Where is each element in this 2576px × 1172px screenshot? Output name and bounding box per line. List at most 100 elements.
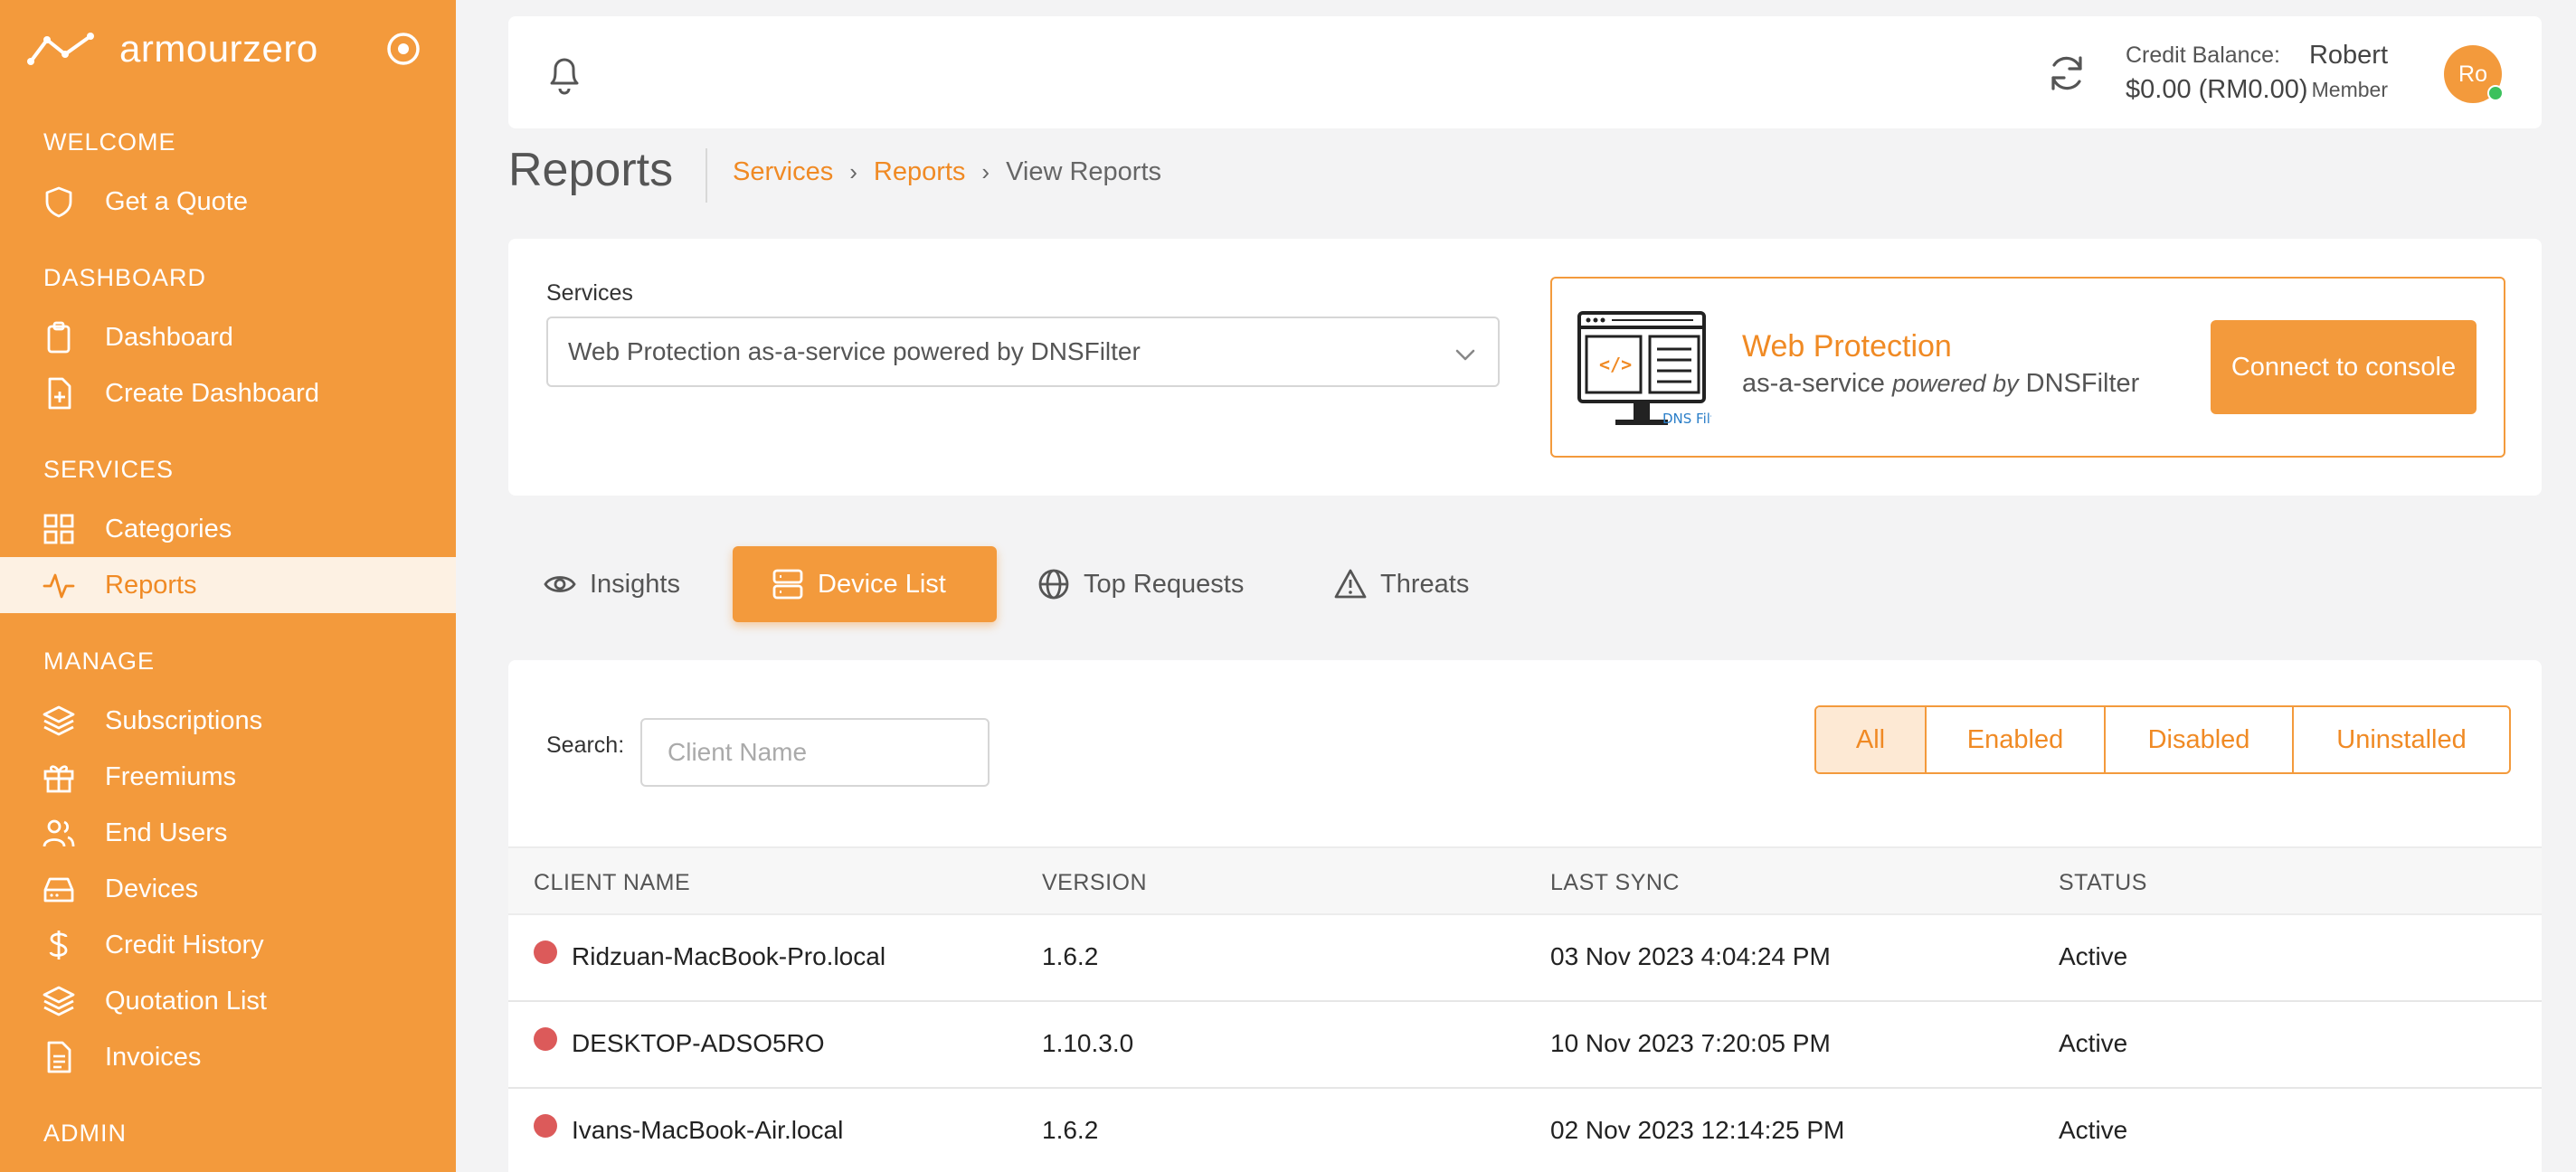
service-promo: </> DNS Filter Web Protection as-a-servi… xyxy=(1550,277,2505,458)
sidebar-item-quotation-list[interactable]: Quotation List xyxy=(0,973,456,1029)
sidebar-item-label: Devices xyxy=(105,874,199,903)
credit-label: Credit Balance: xyxy=(2126,43,2280,68)
sidebar-item-devices[interactable]: Devices xyxy=(0,861,456,917)
chevron-right-icon: › xyxy=(981,158,990,185)
sidebar-item-create-dashboard[interactable]: Create Dashboard xyxy=(0,365,456,421)
sidebar-item-label: Quotation List xyxy=(105,986,267,1016)
table-row[interactable]: Ivans-MacBook-Air.local 1.6.2 02 Nov 202… xyxy=(508,1089,2542,1172)
brand[interactable]: armourzero xyxy=(27,25,434,72)
column-last-sync[interactable]: LAST SYNC xyxy=(1550,870,1680,896)
sidebar-item-label: Get a Quote xyxy=(105,186,248,216)
file-plus-icon xyxy=(48,377,71,410)
layers-icon xyxy=(43,986,75,1016)
tab-top-requests-label: Top Requests xyxy=(1084,569,1245,599)
column-status[interactable]: STATUS xyxy=(2059,870,2147,896)
tab-device-list-label: Device List xyxy=(818,569,946,599)
cell-last-sync: 02 Nov 2023 12:14:25 PM xyxy=(1550,1116,1845,1144)
cell-last-sync: 10 Nov 2023 7:20:05 PM xyxy=(1550,1029,1831,1057)
sidebar-item-label: Dashboard xyxy=(105,322,233,352)
section-dashboard: DASHBOARD xyxy=(43,264,207,291)
globe-icon xyxy=(1038,569,1069,600)
cell-status: Active xyxy=(2059,1116,2128,1144)
cell-version: 1.6.2 xyxy=(1042,942,1099,970)
page-title: Reports xyxy=(508,144,674,196)
title-divider xyxy=(706,148,707,203)
chevron-right-icon: › xyxy=(849,158,857,185)
sidebar: armourzero WELCOME Get a Quote DASHBOARD Da… xyxy=(0,0,456,1172)
promo-title: Web Protection xyxy=(1742,329,1952,364)
sidebar-item-credit-history[interactable]: Credit History xyxy=(0,917,456,973)
sidebar-item-dashboard[interactable]: Dashboard xyxy=(0,309,456,365)
column-client-name[interactable]: CLIENT NAME xyxy=(534,870,690,896)
status-dot xyxy=(534,1114,557,1138)
table-row[interactable]: Ridzuan-MacBook-Pro.local 1.6.2 03 Nov 2… xyxy=(508,915,2542,1002)
bell-icon[interactable] xyxy=(545,52,584,96)
tab-insights[interactable]: Insights xyxy=(543,546,706,622)
section-admin: ADMIN xyxy=(43,1120,127,1147)
dollar-icon xyxy=(49,931,68,959)
search-placeholder: Client Name xyxy=(668,738,808,766)
breadcrumb-current: View Reports xyxy=(1006,157,1162,186)
sidebar-item-label: Freemiums xyxy=(105,761,237,791)
hard-drive-icon xyxy=(43,877,74,903)
user-role: Member xyxy=(2311,78,2388,101)
search-label: Search: xyxy=(546,732,625,758)
gift-icon xyxy=(43,765,74,793)
section-manage: MANAGE xyxy=(43,647,156,675)
service-card: Services Web Protection as-a-service pow… xyxy=(508,239,2542,496)
services-label: Services xyxy=(546,280,633,306)
cell-version: 1.10.3.0 xyxy=(1042,1029,1134,1057)
sidebar-item-categories[interactable]: Categories xyxy=(0,501,456,557)
online-status-dot xyxy=(2487,85,2504,101)
promo-subtitle: as-a-service powered by DNSFilter xyxy=(1742,369,2139,399)
section-welcome: WELCOME xyxy=(43,128,176,156)
tab-top-requests[interactable]: Top Requests xyxy=(1037,546,1272,622)
monitor-code-icon: </> DNS Filter xyxy=(1577,311,1711,427)
connect-console-button[interactable]: Connect to console xyxy=(2211,320,2477,414)
cell-client-name: Ridzuan-MacBook-Pro.local xyxy=(572,942,886,970)
table-header: CLIENT NAME VERSION LAST SYNC STATUS xyxy=(508,846,2542,915)
activity-icon xyxy=(43,573,75,599)
sidebar-item-label: Credit History xyxy=(105,930,264,959)
sidebar-item-subscriptions[interactable]: Subscriptions xyxy=(0,693,456,749)
services-select[interactable]: Web Protection as-a-service powered by D… xyxy=(546,317,1500,387)
promo-sub-suffix: DNSFilter xyxy=(2025,369,2140,398)
breadcrumb-services[interactable]: Services xyxy=(733,157,833,187)
table-row[interactable]: DESKTOP-ADSO5RO 1.10.3.0 10 Nov 2023 7:2… xyxy=(508,1002,2542,1089)
cell-status: Active xyxy=(2059,1029,2128,1057)
filter-uninstalled-button[interactable]: Uninstalled xyxy=(2294,707,2509,772)
sidebar-item-freemiums[interactable]: Freemiums xyxy=(0,749,456,805)
filter-all-button[interactable]: All xyxy=(1816,707,1927,772)
breadcrumb-reports[interactable]: Reports xyxy=(874,157,966,187)
file-text-icon xyxy=(47,1041,71,1073)
filter-enabled-button[interactable]: Enabled xyxy=(1927,707,2106,772)
user-info[interactable]: Robert Member xyxy=(2287,38,2388,107)
target-icon[interactable] xyxy=(385,31,421,67)
sidebar-item-label: Subscriptions xyxy=(105,705,263,735)
promo-sub-italic: powered by xyxy=(1892,370,2019,397)
sidebar-item-end-users[interactable]: End Users xyxy=(0,805,456,861)
promo-sub-prefix: as-a-service xyxy=(1742,369,1885,398)
search-input[interactable]: Client Name xyxy=(640,718,990,787)
cell-version: 1.6.2 xyxy=(1042,1116,1099,1144)
sidebar-item-get-a-quote[interactable]: Get a Quote xyxy=(0,174,456,230)
brand-logo-icon xyxy=(27,33,94,65)
tab-insights-label: Insights xyxy=(590,569,680,599)
user-name: Robert xyxy=(2308,41,2388,70)
section-services: SERVICES xyxy=(43,456,175,483)
shield-icon xyxy=(45,186,72,218)
avatar[interactable]: Ro xyxy=(2444,45,2504,103)
column-version[interactable]: VERSION xyxy=(1042,870,1147,896)
refresh-icon[interactable] xyxy=(2046,52,2088,94)
tab-device-list[interactable]: Device List xyxy=(733,546,997,622)
status-filter-group: All Enabled Disabled Uninstalled xyxy=(1814,705,2511,774)
filter-disabled-button[interactable]: Disabled xyxy=(2106,707,2294,772)
sidebar-item-reports[interactable]: Reports xyxy=(0,557,456,613)
sidebar-item-invoices[interactable]: Invoices xyxy=(0,1029,456,1085)
device-list-panel: Search: Client Name All Enabled Disabled… xyxy=(508,660,2542,1172)
tab-threats[interactable]: Threats xyxy=(1333,546,1496,622)
alert-triangle-icon xyxy=(1334,569,1367,599)
dnsfilter-logo-text: DNS Filter xyxy=(1662,411,1711,427)
sidebar-item-label: Invoices xyxy=(105,1042,202,1072)
status-dot xyxy=(534,1027,557,1051)
